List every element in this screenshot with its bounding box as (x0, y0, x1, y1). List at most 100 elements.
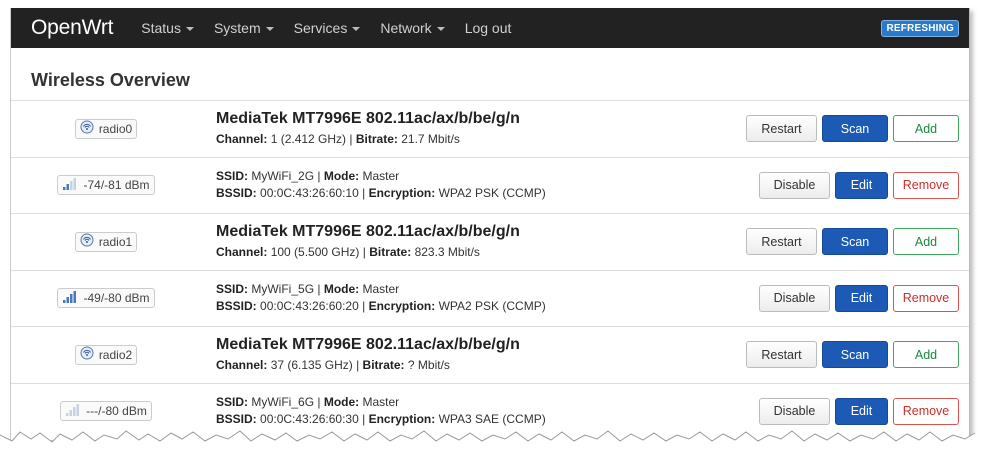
disable-button[interactable]: Disable (759, 397, 830, 425)
bitrate-value: ? Mbit/s (407, 357, 450, 372)
bssid-label: BSSID: (216, 299, 257, 314)
bitrate-label: Bitrate: (362, 357, 405, 372)
scan-button[interactable]: Scan (822, 115, 888, 143)
scan-button[interactable]: Scan (822, 228, 888, 256)
add-button[interactable]: Add (893, 115, 959, 143)
restart-button[interactable]: Restart (746, 341, 817, 369)
info-cell: SSID: MyWiFi_2G | Mode: Master BSSID: 00… (201, 168, 721, 202)
menu-logout-label: Log out (464, 20, 512, 36)
badge-label: ---/-80 dBm (86, 404, 147, 419)
mode-label: Mode: (323, 282, 360, 297)
info-cell: MediaTek MT7996E 802.11ac/ax/b/be/g/n Ch… (201, 223, 721, 261)
edit-button[interactable]: Edit (835, 171, 888, 199)
wifi-radio-icon (80, 346, 94, 363)
signal-bars-icon (65, 403, 81, 420)
signal-badge: -49/-80 dBm (57, 288, 155, 309)
bitrate-label: Bitrate: (355, 131, 398, 146)
mode-value: Master (362, 282, 400, 297)
bitrate-label: Bitrate: (369, 244, 412, 259)
channel-value: 100 (5.500 GHz) (270, 244, 360, 259)
radio-row: radio1 MediaTek MT7996E 802.11ac/ax/b/be… (11, 213, 969, 270)
actions-cell: Disable Edit Remove (721, 397, 969, 425)
disable-button[interactable]: Disable (759, 284, 830, 312)
remove-button[interactable]: Remove (893, 284, 959, 312)
edit-button[interactable]: Edit (835, 397, 888, 425)
scan-button[interactable]: Scan (822, 341, 888, 369)
radio-row: radio0 MediaTek MT7996E 802.11ac/ax/b/be… (11, 100, 969, 157)
bssid-label: BSSID: (216, 412, 257, 427)
radio-details: Channel: 1 (2.412 GHz) | Bitrate: 21.7 M… (216, 131, 460, 146)
badge-label: radio1 (98, 234, 133, 249)
remove-button[interactable]: Remove (893, 397, 959, 425)
encryption-label: Encryption: (368, 299, 436, 314)
menu-services-label: Services (293, 20, 348, 36)
network-row: -49/-80 dBm SSID: MyWiFi_5G | Mode: Mast… (11, 269, 969, 326)
encryption-label: Encryption: (368, 412, 436, 427)
radio-details: Channel: 37 (6.135 GHz) | Bitrate: ? Mbi… (216, 357, 450, 372)
badge-label: radio2 (98, 347, 133, 362)
wifi-radio-icon (80, 120, 94, 137)
page-title: Wireless Overview (31, 70, 190, 90)
menu-system[interactable]: System (204, 20, 284, 36)
menu-services[interactable]: Services (284, 20, 371, 36)
info-cell: SSID: MyWiFi_6G | Mode: Master BSSID: 00… (201, 394, 721, 428)
ssid-line: SSID: MyWiFi_5G | Mode: Master (216, 282, 400, 297)
encryption-value: WPA2 PSK (CCMP) (438, 186, 546, 201)
badge-label: -74/-81 dBm (83, 178, 150, 193)
edit-button[interactable]: Edit (835, 284, 888, 312)
signal-badge: -74/-81 dBm (57, 175, 155, 196)
ssid-label: SSID: (216, 282, 249, 297)
actions-cell: Restart Scan Add (721, 228, 969, 256)
mode-value: Master (362, 169, 400, 184)
actions-cell: Disable Edit Remove (721, 284, 969, 312)
menu-status-label: Status (141, 20, 181, 36)
encryption-label: Encryption: (368, 186, 436, 201)
signal-badge: ---/-80 dBm (60, 401, 152, 422)
brand-logo[interactable]: OpenWrt (11, 16, 131, 40)
bssid-line: BSSID: 00:0C:43:26:60:20 | Encryption: W… (216, 299, 546, 314)
chevron-down-icon (436, 26, 445, 31)
bssid-line: BSSID: 00:0C:43:26:60:30 | Encryption: W… (216, 412, 546, 427)
radio-badge: radio0 (74, 118, 138, 139)
wifi-radio-icon (80, 233, 94, 250)
bssid-label: BSSID: (216, 186, 257, 201)
actions-cell: Restart Scan Add (721, 115, 969, 143)
badge-cell: ---/-80 dBm (11, 401, 201, 422)
network-row: -74/-81 dBm SSID: MyWiFi_2G | Mode: Mast… (11, 156, 969, 213)
info-cell: MediaTek MT7996E 802.11ac/ax/b/be/g/n Ch… (201, 336, 721, 374)
bssid-line: BSSID: 00:0C:43:26:60:10 | Encryption: W… (216, 186, 546, 201)
info-cell: MediaTek MT7996E 802.11ac/ax/b/be/g/n Ch… (201, 110, 721, 148)
disable-button[interactable]: Disable (759, 171, 830, 199)
openwrt-window: OpenWrt Status System Services Network L… (10, 8, 970, 440)
badge-cell: -49/-80 dBm (11, 288, 201, 309)
radio-title: MediaTek MT7996E 802.11ac/ax/b/be/g/n (216, 109, 520, 127)
badge-cell: radio2 (11, 344, 201, 365)
refreshing-badge[interactable]: REFRESHING (881, 20, 959, 37)
encryption-value: WPA3 SAE (CCMP) (438, 412, 546, 427)
restart-button[interactable]: Restart (746, 115, 817, 143)
actions-cell: Disable Edit Remove (721, 171, 969, 199)
radio-badge: radio1 (74, 231, 138, 252)
menu-network[interactable]: Network (370, 20, 454, 36)
signal-bars-icon (62, 177, 78, 194)
ssid-value: MyWiFi_2G (251, 169, 315, 184)
ssid-line: SSID: MyWiFi_6G | Mode: Master (216, 395, 400, 410)
menu-status[interactable]: Status (131, 20, 204, 36)
add-button[interactable]: Add (893, 228, 959, 256)
badge-cell: -74/-81 dBm (11, 175, 201, 196)
add-button[interactable]: Add (893, 341, 959, 369)
top-navbar: OpenWrt Status System Services Network L… (11, 8, 969, 48)
actions-cell: Restart Scan Add (721, 341, 969, 369)
mode-label: Mode: (323, 169, 360, 184)
chevron-down-icon (185, 26, 194, 31)
chevron-down-icon (352, 26, 361, 31)
signal-bars-icon (62, 290, 78, 307)
ssid-value: MyWiFi_5G (251, 282, 315, 297)
menu-system-label: System (213, 20, 261, 36)
chevron-down-icon (265, 26, 274, 31)
menu-logout[interactable]: Log out (455, 20, 522, 36)
wireless-table: radio0 MediaTek MT7996E 802.11ac/ax/b/be… (11, 100, 969, 439)
restart-button[interactable]: Restart (746, 228, 817, 256)
remove-button[interactable]: Remove (893, 171, 959, 199)
radio-badge: radio2 (74, 344, 138, 365)
